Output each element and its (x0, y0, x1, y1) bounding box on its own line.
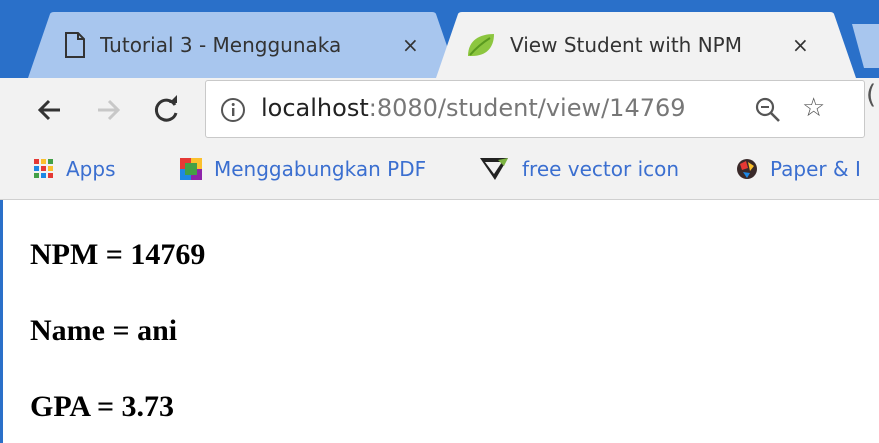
bookmarks-bar: Apps Menggabungkan PDF free vector icon … (0, 142, 879, 200)
bookmark-label: Apps (66, 157, 116, 181)
forward-button[interactable] (90, 92, 126, 128)
bookmark-menggabungkan-pdf[interactable]: Menggabungkan PDF (180, 157, 440, 181)
bookmark-label: Paper & I (770, 157, 861, 181)
spring-leaf-icon (466, 32, 496, 58)
pdf-merge-icon (180, 158, 202, 180)
bookmark-label: free vector icon (522, 157, 680, 181)
bookmark-star-icon[interactable]: ☆ (802, 93, 825, 123)
tab-view-student[interactable]: View Student with NPM × (436, 12, 856, 78)
browser-toolbar: localhost:8080/student/view/14769 ☆ ( (0, 78, 879, 142)
page-content: NPM = 14769 Name = ani GPA = 3.73 (0, 200, 879, 443)
document-icon (64, 32, 86, 58)
name-heading: Name = ani (30, 314, 178, 347)
tab-tutorial-3[interactable]: Tutorial 3 - Menggunaka × (28, 12, 458, 78)
tab-close-button[interactable]: × (402, 33, 419, 57)
paper-globe-icon (737, 159, 757, 179)
tab-close-button[interactable]: × (792, 33, 809, 57)
gpa-heading: GPA = 3.73 (30, 390, 175, 423)
info-icon[interactable] (220, 97, 246, 123)
tab-title: Tutorial 3 - Menggunaka (100, 33, 342, 57)
bookmark-label: Menggabungkan PDF (214, 157, 427, 181)
back-arrow-icon (37, 99, 60, 121)
bookmark-free-vector-icon[interactable]: free vector icon (480, 157, 679, 181)
reload-button[interactable] (148, 92, 184, 128)
zoom-out-icon[interactable] (754, 96, 782, 124)
url-host: localhost (261, 94, 369, 122)
bookmark-apps[interactable]: Apps (34, 157, 116, 181)
bookmark-paper[interactable]: Paper & I (736, 157, 861, 181)
url-path: :8080/student/view/14769 (368, 94, 686, 122)
back-button[interactable] (32, 92, 68, 128)
forward-arrow-icon (98, 99, 121, 121)
vector-logo-icon (480, 158, 508, 180)
tab-strip: Tutorial 3 - Menggunaka × View Student w… (0, 0, 879, 78)
apps-grid-icon (34, 159, 53, 178)
npm-heading: NPM = 14769 (30, 238, 206, 271)
new-tab-button[interactable] (852, 24, 879, 68)
url-text[interactable]: localhost:8080/student/view/14769 (261, 94, 686, 122)
extension-icon[interactable]: ( (866, 80, 876, 110)
address-bar[interactable]: localhost:8080/student/view/14769 ☆ (205, 80, 865, 138)
reload-icon (154, 95, 178, 122)
tab-title: View Student with NPM (510, 33, 742, 57)
